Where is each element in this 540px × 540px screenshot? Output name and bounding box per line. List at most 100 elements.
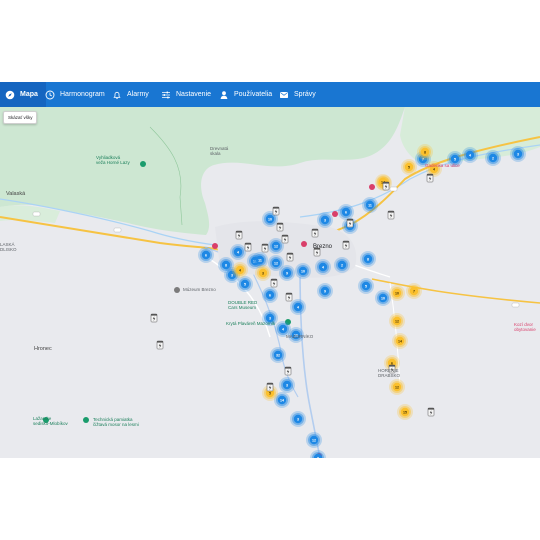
- device-cluster-marker[interactable]: 6: [198, 247, 214, 263]
- nav-label-mapa: Mapa: [20, 91, 38, 98]
- map-label-vyhliadkova: Vyhliadková veža Horné Lazy: [96, 155, 130, 165]
- map-label-laska: LASKÁ DLISKO: [0, 242, 17, 252]
- device-icon[interactable]: [285, 292, 293, 302]
- device-icon[interactable]: [342, 240, 350, 250]
- device-icon[interactable]: [281, 234, 289, 244]
- alarm-cluster-marker[interactable]: 10: [389, 285, 405, 301]
- device-cluster-marker[interactable]: 9: [279, 265, 295, 281]
- cluster-count: 12: [395, 385, 399, 389]
- cluster-count: 32: [276, 353, 280, 357]
- cluster-count: 2: [341, 263, 343, 267]
- cluster-count: 5: [408, 165, 410, 169]
- nav-tab-harmonogram[interactable]: Harmonogram: [45, 82, 105, 107]
- compass-icon: [5, 90, 15, 99]
- device-cluster-marker[interactable]: 4: [230, 244, 246, 260]
- nav-tab-pouzivatelia[interactable]: Používatelia: [219, 82, 272, 107]
- device-icon[interactable]: [286, 252, 294, 262]
- top-navigation-bar: Mapa Harmonogram Alarmy Nastavenie Použí…: [0, 82, 540, 107]
- alarm-cluster-marker[interactable]: 12: [389, 379, 405, 395]
- map-label-double-red: DOUBLE RED Cars Museum: [228, 300, 258, 310]
- device-icon[interactable]: [272, 206, 280, 216]
- cluster-count: 3: [286, 383, 288, 387]
- map-label-drevnata: Drevnatá skala: [210, 146, 229, 156]
- map-label-valaska: Valaská: [6, 191, 26, 197]
- map-label-kryta: Krytá Plaváreň Mazorník: [226, 321, 276, 326]
- poi-marker: [332, 211, 338, 217]
- alarm-cluster-marker[interactable]: 3: [255, 265, 271, 281]
- device-cluster-marker[interactable]: 3: [317, 212, 333, 228]
- cluster-count: 10: [301, 269, 305, 273]
- highway-shield: [32, 211, 41, 217]
- map-label-brezno: Brezno: [313, 244, 333, 250]
- alarm-cluster-marker[interactable]: 12: [389, 313, 405, 329]
- cluster-count: 8: [424, 150, 426, 154]
- device-icon[interactable]: [261, 243, 269, 253]
- marker-layer[interactable]: 1031512419865129104285611496341632314312…: [150, 144, 526, 458]
- device-icon[interactable]: [311, 228, 319, 238]
- device-cluster-marker[interactable]: 11: [362, 197, 378, 213]
- cluster-count: 6: [205, 253, 207, 257]
- device-cluster-marker[interactable]: 12: [306, 432, 322, 448]
- device-icon[interactable]: [382, 181, 390, 191]
- nav-label-pouzivatelia: Používatelia: [234, 91, 273, 98]
- device-cluster-marker[interactable]: 2: [334, 257, 350, 273]
- map-label-technicka: Technická pamiatka čižtavá mosor na lesmi: [93, 417, 139, 427]
- cluster-count: 5: [269, 391, 271, 395]
- device-cluster-marker[interactable]: 5: [358, 278, 374, 294]
- device-icon[interactable]: [266, 382, 274, 392]
- nav-tab-mapa[interactable]: Mapa: [0, 82, 46, 107]
- device-cluster-marker[interactable]: 4: [315, 259, 331, 275]
- device-cluster-marker[interactable]: 4: [462, 147, 478, 163]
- cluster-count: 7: [413, 289, 415, 293]
- map-view[interactable]: 1031512419865129104285611496341632314312…: [0, 107, 540, 458]
- cluster-count: 10: [268, 217, 272, 221]
- poi-marker: [369, 184, 375, 190]
- nav-tab-alarmy[interactable]: Alarmy: [112, 82, 149, 107]
- device-cluster-marker[interactable]: 5: [237, 276, 253, 292]
- device-icon[interactable]: [427, 407, 435, 417]
- device-cluster-marker[interactable]: 8: [310, 450, 326, 458]
- device-cluster-marker[interactable]: 3: [510, 146, 526, 162]
- device-icon[interactable]: [387, 210, 395, 220]
- device-cluster-marker[interactable]: 9: [317, 283, 333, 299]
- cluster-count: 11: [258, 258, 262, 262]
- alarm-cluster-marker[interactable]: 14: [392, 333, 408, 349]
- device-cluster-marker[interactable]: 8: [360, 251, 376, 267]
- device-icon[interactable]: [346, 218, 354, 228]
- device-icon[interactable]: [235, 230, 243, 240]
- map-canvas[interactable]: 1031512419865129104285611496341632314312…: [0, 107, 540, 458]
- device-icon[interactable]: [150, 313, 158, 323]
- alarm-cluster-marker[interactable]: 7: [406, 283, 422, 299]
- alarm-cluster-marker[interactable]: 5: [401, 159, 417, 175]
- device-cluster-marker[interactable]: 3: [290, 411, 306, 427]
- device-cluster-marker[interactable]: 3: [279, 377, 295, 393]
- device-cluster-marker[interactable]: 2: [485, 150, 501, 166]
- nav-label-nastavenie: Nastavenie: [176, 91, 212, 98]
- bell-icon: [113, 91, 121, 99]
- device-cluster-marker[interactable]: 10: [295, 263, 311, 279]
- cluster-count: 4: [239, 268, 241, 272]
- poi-marker: [174, 287, 180, 293]
- device-icon[interactable]: [244, 242, 252, 252]
- cluster-count: 12: [274, 261, 278, 265]
- device-icon[interactable]: [270, 278, 278, 288]
- nav-tab-nastavenie[interactable]: Nastavenie: [161, 82, 211, 107]
- device-cluster-marker[interactable]: 32: [270, 347, 286, 363]
- device-icon[interactable]: [156, 340, 164, 350]
- device-icon[interactable]: [276, 222, 284, 232]
- device-cluster-marker[interactable]: 6: [262, 287, 278, 303]
- device-cluster-marker[interactable]: 4: [290, 299, 306, 315]
- show-all-button[interactable]: Skázať všky: [3, 111, 38, 124]
- device-icon[interactable]: [284, 366, 292, 376]
- alarm-cluster-marker[interactable]: 4: [232, 262, 248, 278]
- alarm-cluster-marker[interactable]: 15: [397, 404, 413, 420]
- nav-tab-spravy[interactable]: Správy: [279, 82, 316, 107]
- device-cluster-marker[interactable]: 12: [268, 238, 284, 254]
- cluster-count: 11: [368, 203, 372, 207]
- poi-marker: [140, 161, 146, 167]
- cluster-count: 4: [297, 305, 299, 309]
- alarm-cluster-marker[interactable]: 8: [417, 144, 433, 160]
- device-cluster-marker[interactable]: 6: [338, 204, 354, 220]
- device-icon[interactable]: [426, 173, 434, 183]
- device-cluster-marker[interactable]: 10: [375, 290, 391, 306]
